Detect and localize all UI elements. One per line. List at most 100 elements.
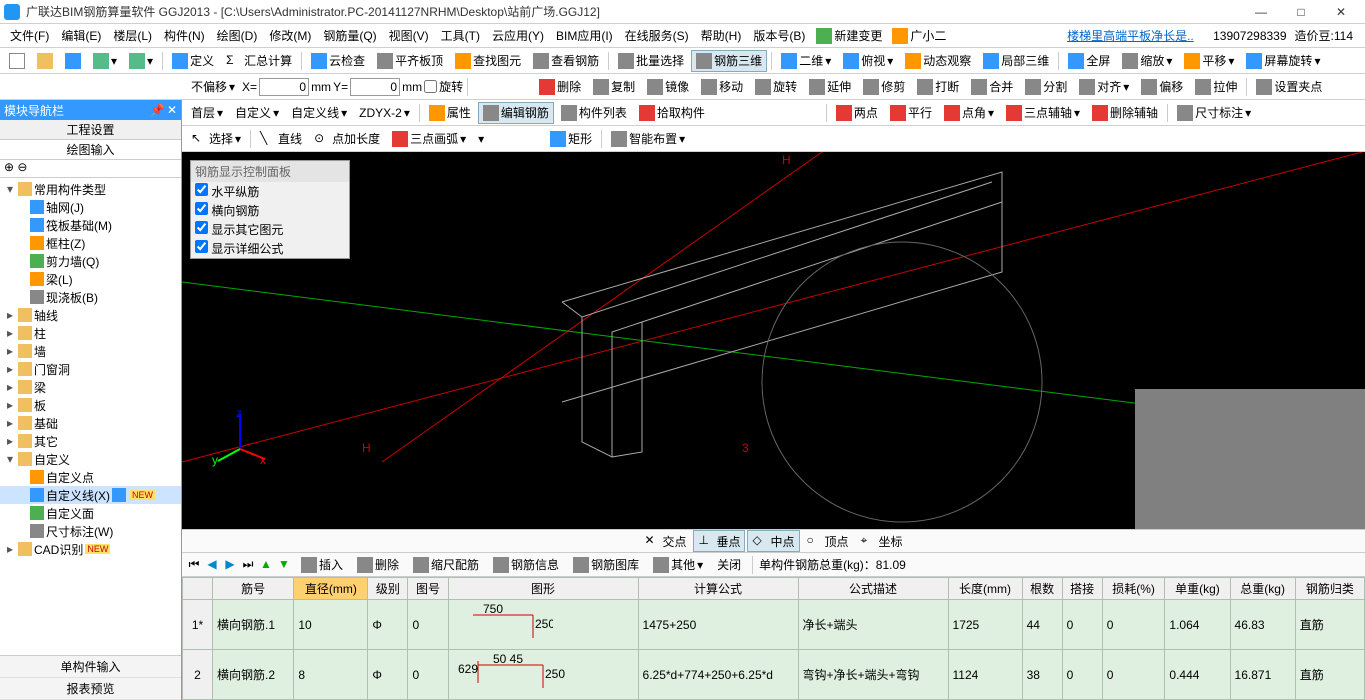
col-id[interactable]: 筋号: [213, 578, 294, 600]
floor-select[interactable]: 首层 ▾: [186, 102, 228, 124]
tree-custom-line[interactable]: 自定义线(X)NEW: [0, 486, 181, 504]
rot-button[interactable]: 旋转: [750, 76, 802, 98]
batchsel-button[interactable]: 批量选择: [613, 50, 689, 72]
pan-button[interactable]: 平移▾: [1179, 50, 1239, 72]
extend-button[interactable]: 延伸: [804, 76, 856, 98]
axisauxmulti-button[interactable]: 三点辅轴▾: [1001, 102, 1085, 124]
col-qty[interactable]: 根数: [1022, 578, 1062, 600]
smartlayout-button[interactable]: 智能布置▾: [606, 128, 690, 150]
snap-intersect[interactable]: ✕交点: [639, 530, 691, 552]
tree-custom-dim[interactable]: 尺寸标注(W): [0, 522, 181, 540]
complist-button[interactable]: 构件列表: [556, 102, 632, 124]
tree-cat[interactable]: ▸其它: [0, 432, 181, 450]
save-button[interactable]: [60, 50, 86, 72]
close-button[interactable]: ✕: [1321, 2, 1361, 22]
rotscreen-button[interactable]: 屏幕旋转▾: [1241, 50, 1325, 72]
close-grid-button[interactable]: 关闭: [712, 554, 746, 576]
nav-down[interactable]: ▼: [276, 557, 292, 573]
align-button[interactable]: 对齐▾: [1074, 76, 1134, 98]
mirror-button[interactable]: 镜像: [642, 76, 694, 98]
menu-view[interactable]: 视图(V): [383, 24, 435, 48]
rect-button[interactable]: 矩形: [545, 128, 597, 150]
zoom-button[interactable]: 缩放▾: [1117, 50, 1177, 72]
snap-coord[interactable]: ⌖坐标: [856, 530, 908, 552]
tree-cat[interactable]: ▸梁: [0, 378, 181, 396]
tab-project-settings[interactable]: 工程设置: [0, 120, 181, 140]
pickcomp-button[interactable]: 拾取构件: [634, 102, 710, 124]
angle-button[interactable]: 点角▾: [939, 102, 999, 124]
addlen-button[interactable]: ⊙点加长度: [309, 128, 385, 150]
col-lap[interactable]: 搭接: [1062, 578, 1102, 600]
col-pic[interactable]: 图号: [408, 578, 448, 600]
customline-select[interactable]: 自定义线 ▾: [286, 102, 352, 124]
rebarlib-button[interactable]: 钢筋图库: [568, 554, 644, 576]
col-dia[interactable]: 直径(mm): [294, 578, 368, 600]
other-button[interactable]: 其他▾: [648, 554, 708, 576]
col-cat[interactable]: 钢筋归类: [1295, 578, 1364, 600]
col-loss[interactable]: 损耗(%): [1102, 578, 1165, 600]
menu-help[interactable]: 帮助(H): [695, 24, 748, 48]
navigation-cube[interactable]: [1135, 389, 1365, 529]
rebarinfo-button[interactable]: 钢筋信息: [488, 554, 564, 576]
nooffset-dropdown[interactable]: 不偏移 ▾: [186, 76, 240, 98]
menu-online[interactable]: 在线服务(S): [619, 24, 695, 48]
opt-formula[interactable]: 显示详细公式: [191, 239, 349, 258]
tree-item[interactable]: 轴网(J): [0, 198, 181, 216]
menu-bim[interactable]: BIM应用(I): [550, 24, 619, 48]
tree-item[interactable]: 现浇板(B): [0, 288, 181, 306]
merge-button[interactable]: 合并: [966, 76, 1018, 98]
col-desc[interactable]: 公式描述: [798, 578, 948, 600]
zdyx-select[interactable]: ZDYX-2 ▾: [354, 102, 415, 124]
line-button[interactable]: ╲直线: [255, 128, 307, 150]
tree-item[interactable]: 筏板基础(M): [0, 216, 181, 234]
tree-item[interactable]: 梁(L): [0, 270, 181, 288]
offset-button[interactable]: 偏移: [1136, 76, 1188, 98]
copy-button[interactable]: 复制: [588, 76, 640, 98]
pin-icon[interactable]: 📌: [150, 103, 165, 117]
snap-vert[interactable]: ⊥垂点: [693, 530, 745, 552]
opt-cross[interactable]: 横向钢筋: [191, 201, 349, 220]
rebar3d-button[interactable]: 钢筋三维: [691, 50, 767, 72]
findgraph-button[interactable]: 查找图元: [450, 50, 526, 72]
nav-first[interactable]: ⏮: [186, 557, 202, 573]
tree-cat[interactable]: ▸墙: [0, 342, 181, 360]
stretch-button[interactable]: 拉伸: [1190, 76, 1242, 98]
menu-floor[interactable]: 楼层(L): [107, 24, 158, 48]
opt-horiz[interactable]: 水平纵筋: [191, 182, 349, 201]
newchange-button[interactable]: 新建变更: [811, 25, 887, 47]
sumcalc-button[interactable]: Σ汇总计算: [221, 50, 297, 72]
snap-peak[interactable]: ○顶点: [802, 530, 854, 552]
localview-button[interactable]: 局部三维: [978, 50, 1054, 72]
minimize-button[interactable]: —: [1241, 2, 1281, 22]
col-tw[interactable]: 总重(kg): [1230, 578, 1295, 600]
tab-draw-input[interactable]: 绘图输入: [0, 140, 181, 160]
delete-button[interactable]: 删除: [534, 76, 586, 98]
redo-button[interactable]: ▾: [124, 50, 158, 72]
dynview-button[interactable]: 动态观察: [900, 50, 976, 72]
editrebar-button[interactable]: 编辑钢筋: [478, 102, 554, 124]
draw-dropdown[interactable]: ▾: [473, 128, 543, 150]
col-formula[interactable]: 计算公式: [638, 578, 798, 600]
tree-cat[interactable]: ▸板: [0, 396, 181, 414]
tree-custom-point[interactable]: 自定义点: [0, 468, 181, 486]
expand-icon[interactable]: ⊕: [4, 160, 14, 174]
maximize-button[interactable]: □: [1281, 2, 1321, 22]
menu-tool[interactable]: 工具(T): [435, 24, 486, 48]
tree-cad[interactable]: ▸CAD识别NEW: [0, 540, 181, 558]
viewport-3d[interactable]: H 3 H 钢筋显示控制面板 水平纵筋 横向钢筋 显示其它图元 显示详细公式 z…: [182, 152, 1365, 529]
tab-single-input[interactable]: 单构件输入: [0, 656, 181, 678]
define-button[interactable]: 定义: [167, 50, 219, 72]
move-button[interactable]: 移动: [696, 76, 748, 98]
x-input[interactable]: [259, 78, 309, 96]
tree-cat[interactable]: ▸轴线: [0, 306, 181, 324]
menu-file[interactable]: 文件(F): [4, 24, 55, 48]
menu-version[interactable]: 版本号(B): [747, 24, 811, 48]
parallel-button[interactable]: 平行: [885, 102, 937, 124]
tree-cat[interactable]: ▸基础: [0, 414, 181, 432]
col-lvl[interactable]: 级别: [368, 578, 408, 600]
col-len[interactable]: 长度(mm): [948, 578, 1022, 600]
tree-item[interactable]: 剪力墙(Q): [0, 252, 181, 270]
twopoint-button[interactable]: 两点: [831, 102, 883, 124]
user-button[interactable]: 广小二: [887, 25, 951, 47]
panel-close-icon[interactable]: ✕: [167, 103, 177, 117]
